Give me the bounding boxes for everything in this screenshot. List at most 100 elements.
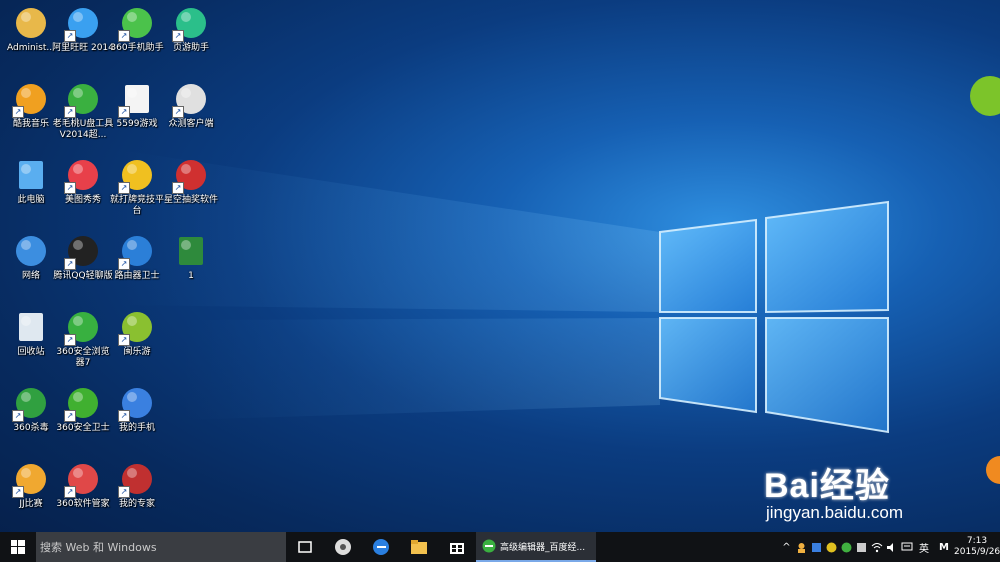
shortcut-arrow-icon: ↗ xyxy=(118,410,130,422)
blank-file-icon: ↗ xyxy=(118,82,154,118)
fan-app-icon xyxy=(335,539,351,555)
shortcut-arrow-icon: ↗ xyxy=(64,30,76,42)
desktop-icon[interactable]: ↗ 我的手机 xyxy=(108,386,166,456)
desktop-icon[interactable]: ↗ 360手机助手 xyxy=(108,6,166,76)
desktop-icon-label: 5599游戏 xyxy=(116,119,158,129)
desktop-icon-label: 老毛桃U盘工具V2014超... xyxy=(52,119,114,140)
desktop-icon-label: 就打牌竞技平台 xyxy=(109,195,164,216)
360-phone-assistant-icon: ↗ xyxy=(118,6,154,42)
network-icon xyxy=(14,234,48,268)
person-icon xyxy=(798,542,805,553)
360-browser-icon xyxy=(482,539,496,553)
360-plus-icon xyxy=(826,542,837,552)
search-input[interactable]: 搜索 Web 和 Windows xyxy=(36,532,286,562)
tray-app-5[interactable] xyxy=(854,532,869,562)
desktop-icon[interactable]: 此电脑 xyxy=(2,158,60,228)
desktop-icon[interactable]: ↗ 就打牌竞技平台 xyxy=(108,158,166,228)
taskbar-pinned-app[interactable] xyxy=(324,532,362,562)
active-browser-tab[interactable]: 高级编辑器_百度经... xyxy=(476,532,596,562)
360-antivirus-icon: ↗ xyxy=(12,386,48,422)
360-software-manager-icon: ↗ xyxy=(64,462,100,498)
star-lottery-icon: ↗ xyxy=(172,158,208,194)
shortcut-arrow-icon: ↗ xyxy=(64,334,76,346)
minleyou-icon: ↗ xyxy=(118,310,154,346)
desktop-icon[interactable]: ↗ 我的专家 xyxy=(108,462,166,532)
edge-icon xyxy=(373,539,389,555)
store-icon xyxy=(450,543,464,554)
desktop-icon[interactable]: ↗ 星空抽奖软件 xyxy=(162,158,220,228)
edge-browser-button[interactable] xyxy=(362,532,400,562)
file-explorer-button[interactable] xyxy=(400,532,438,562)
desktop-icon[interactable]: ↗ 闽乐游 xyxy=(108,310,166,380)
desktop-icon[interactable]: 1 xyxy=(162,234,220,304)
wifi-button[interactable] xyxy=(869,532,884,562)
shortcut-arrow-icon: ↗ xyxy=(12,106,24,118)
shortcut-arrow-icon: ↗ xyxy=(12,486,24,498)
desktop[interactable]: Administ... ↗ 阿里旺旺 2014 ↗ 360手机助手 ↗ 页游助手 ↗ 酷我音乐 ↗… xyxy=(0,0,1000,532)
clock[interactable]: 7:13 2015/9/26 xyxy=(954,536,1000,558)
router-guard-icon: ↗ xyxy=(118,234,154,270)
speaker-icon xyxy=(886,542,893,552)
desktop-icon[interactable]: ↗ 腾讯QQ轻聊版 xyxy=(53,234,113,304)
show-hidden-icons-button[interactable]: ^ xyxy=(779,532,794,562)
ime-mode-button[interactable]: M xyxy=(934,532,954,562)
desktop-icon[interactable]: ↗ 阿里旺旺 2014 xyxy=(52,6,114,76)
qq-icon: ↗ xyxy=(64,234,100,270)
desktop-icon[interactable]: ↗ 360安全卫士 xyxy=(54,386,112,456)
action-center-button[interactable] xyxy=(899,532,914,562)
shortcut-arrow-icon: ↗ xyxy=(118,258,130,270)
notification-icon xyxy=(901,542,912,550)
desktop-icon[interactable]: 回收站 xyxy=(2,310,60,380)
desktop-icon-label: 页游助手 xyxy=(172,43,209,53)
tray-app-4[interactable] xyxy=(839,532,854,562)
task-view-icon xyxy=(298,541,312,553)
zhongce-client-icon: ↗ xyxy=(172,82,208,118)
baidu-jingyan-watermark: Bai经验 jingyan.baidu.com xyxy=(764,458,954,534)
folder-icon xyxy=(411,540,427,554)
clock-time: 7:13 xyxy=(966,536,988,546)
ime-button[interactable]: 英 xyxy=(914,532,934,562)
shortcut-arrow-icon: ↗ xyxy=(118,30,130,42)
desktop-icon[interactable]: ↗ 美图秀秀 xyxy=(54,158,112,228)
watermark-top-text: Bai经验 xyxy=(764,467,890,505)
task-view-button[interactable] xyxy=(286,532,324,562)
kuwo-music-icon: ↗ xyxy=(12,82,48,118)
desktop-icon[interactable]: ↗ 360安全浏览器7 xyxy=(54,310,112,380)
desktop-icon[interactable]: ↗ 页游助手 xyxy=(162,6,220,76)
green-app-icon xyxy=(841,542,852,552)
my-expert-icon: ↗ xyxy=(118,462,154,498)
tray-app-3[interactable] xyxy=(824,532,839,562)
shortcut-arrow-icon: ↗ xyxy=(118,334,130,346)
shortcut-arrow-icon: ↗ xyxy=(64,106,76,118)
desktop-icon-label: 星空抽奖软件 xyxy=(163,195,218,205)
desktop-icon[interactable]: ↗ 360软件管家 xyxy=(54,462,112,532)
aliwangwang-icon: ↗ xyxy=(64,6,100,42)
tray-app-1[interactable] xyxy=(794,532,809,562)
shortcut-arrow-icon: ↗ xyxy=(172,30,184,42)
shortcut-arrow-icon: ↗ xyxy=(12,410,24,422)
desktop-icon[interactable]: ↗ JJ比赛 xyxy=(2,462,60,532)
desktop-icon-label: 360软件管家 xyxy=(56,499,110,509)
volume-button[interactable] xyxy=(884,532,899,562)
desktop-icon-label: 360手机助手 xyxy=(110,43,164,53)
desktop-icon[interactable]: ↗ 360杀毒 xyxy=(2,386,60,456)
search-placeholder: 搜索 Web 和 Windows xyxy=(40,541,157,554)
desktop-icon[interactable]: ↗ 酷我音乐 xyxy=(2,82,60,152)
store-button[interactable] xyxy=(438,532,476,562)
desktop-icon-label: 360安全卫士 xyxy=(56,423,110,433)
desktop-icon[interactable]: 网络 xyxy=(2,234,60,304)
desktop-icon[interactable]: Administ... xyxy=(2,6,60,76)
desktop-icon-label: 闽乐游 xyxy=(123,347,151,357)
tray-app-2[interactable] xyxy=(809,532,824,562)
desktop-icon[interactable]: ↗ 众测客户端 xyxy=(162,82,220,152)
desktop-icon-label: 1 xyxy=(188,271,194,281)
recycle-bin-icon xyxy=(14,310,48,344)
shortcut-arrow-icon: ↗ xyxy=(172,106,184,118)
desktop-icon[interactable]: ↗ 5599游戏 xyxy=(108,82,166,152)
desktop-icon[interactable]: ↗ 老毛桃U盘工具V2014超... xyxy=(52,82,114,152)
start-button[interactable] xyxy=(0,532,36,562)
paw-icon xyxy=(812,542,821,552)
desktop-icon[interactable]: ↗ 路由器卫士 xyxy=(108,234,166,304)
desktop-icon-label: 美图秀秀 xyxy=(64,195,101,205)
desktop-icon-label: 众测客户端 xyxy=(168,119,214,129)
